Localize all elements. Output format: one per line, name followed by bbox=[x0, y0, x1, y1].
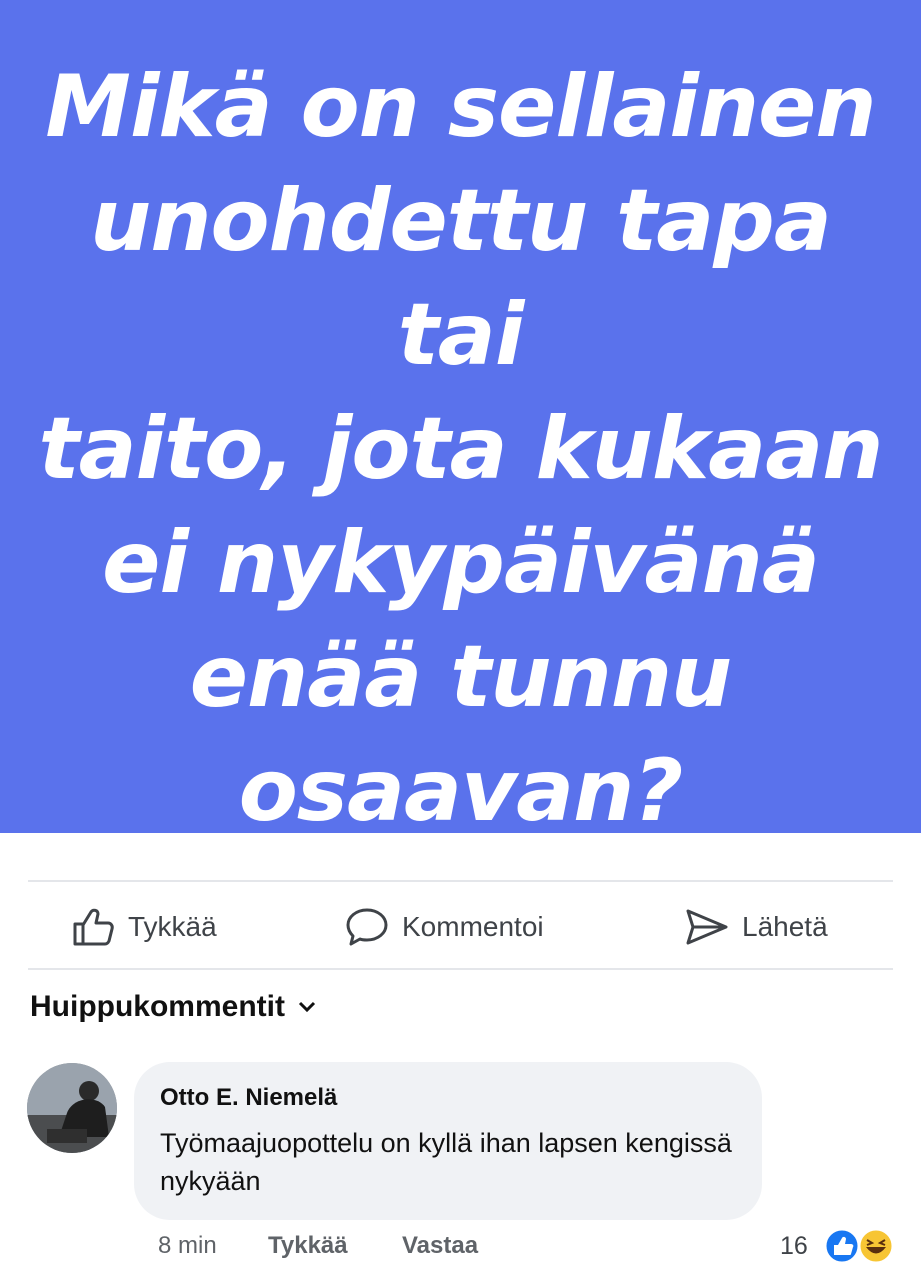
thumbs-up-icon bbox=[73, 908, 114, 946]
reactions-summary[interactable] bbox=[820, 1226, 900, 1266]
comment-button[interactable]: Kommentoi bbox=[346, 907, 544, 947]
post-question-text: Mikä on sellainen unohdettu tapa tai tai… bbox=[20, 50, 901, 848]
top-comments-title: Huippukommentit bbox=[30, 990, 285, 1023]
avatar-photo bbox=[27, 1063, 117, 1153]
speech-bubble-icon bbox=[346, 908, 388, 946]
divider bbox=[28, 880, 893, 882]
comment-time: 8 min bbox=[158, 1232, 217, 1259]
banner-line: osaavan? bbox=[238, 741, 684, 841]
banner-line: taito, jota kukaan bbox=[38, 399, 884, 499]
banner-line: unohdettu tapa tai bbox=[90, 171, 832, 385]
comment-button-label: Kommentoi bbox=[402, 911, 544, 942]
like-button-label: Tykkää bbox=[128, 911, 217, 942]
reaction-count[interactable]: 16 bbox=[780, 1232, 808, 1261]
comment-text: Työmaajuopottelu on kyllä ihan lapsen ke… bbox=[160, 1128, 732, 1196]
send-arrow-icon bbox=[686, 909, 728, 945]
banner-line: enää tunnu bbox=[189, 627, 733, 727]
comment-author[interactable]: Otto E. Niemelä bbox=[160, 1084, 337, 1112]
banner-line: ei nykypäivänä bbox=[102, 513, 820, 613]
comment-bubble: Otto E. Niemelä Työmaajuopottelu on kyll… bbox=[134, 1062, 762, 1220]
comment-like-button[interactable]: Tykkää bbox=[268, 1232, 348, 1260]
share-button-label: Lähetä bbox=[742, 911, 828, 942]
comment-reply-button[interactable]: Vastaa bbox=[402, 1232, 478, 1260]
share-button[interactable]: Lähetä bbox=[684, 907, 828, 947]
banner-line: Mikä on sellainen bbox=[45, 57, 876, 157]
like-icon bbox=[823, 1227, 861, 1265]
chevron-down-icon bbox=[298, 1001, 316, 1013]
top-comments-filter[interactable]: Huippukommentit bbox=[30, 990, 317, 1024]
divider bbox=[28, 968, 893, 970]
avatar[interactable] bbox=[27, 1063, 117, 1153]
post-banner: Mikä on sellainen unohdettu tapa tai tai… bbox=[0, 0, 921, 841]
like-button[interactable]: Tykkää bbox=[72, 907, 217, 947]
haha-icon bbox=[857, 1227, 895, 1265]
post-action-bar: Tykkää Kommentoi Lähetä bbox=[0, 883, 921, 969]
